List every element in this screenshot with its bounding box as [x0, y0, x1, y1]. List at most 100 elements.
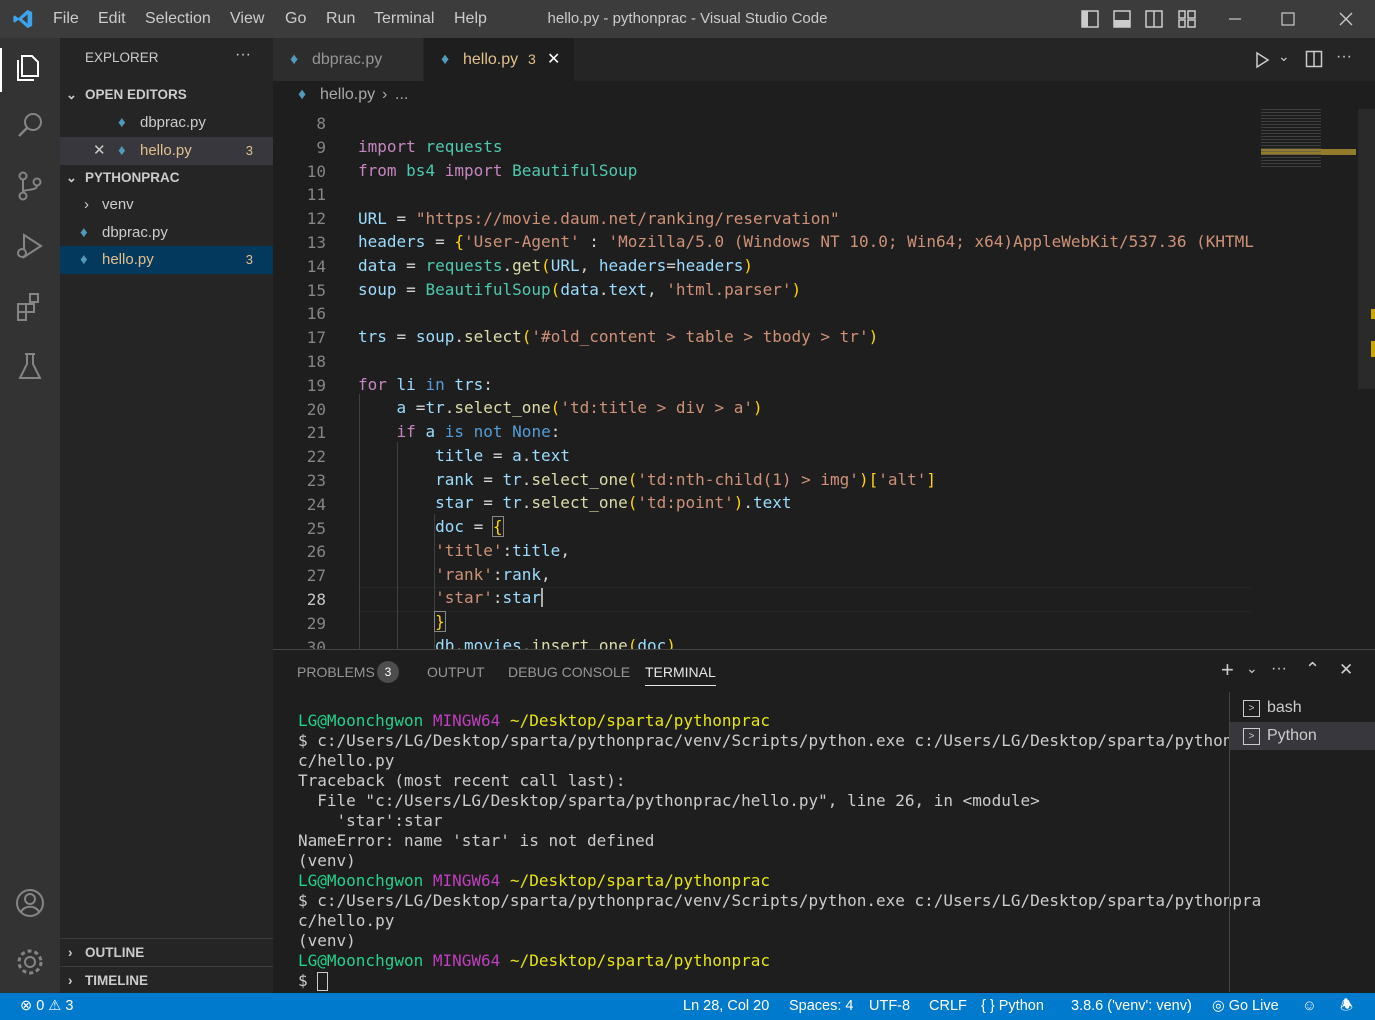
- tab-debug-console[interactable]: DEBUG CONSOLE: [508, 664, 630, 680]
- code-line-27: 'rank':rank,: [435, 565, 551, 584]
- terminal-list-bash[interactable]: > bash: [1230, 694, 1375, 722]
- customize-layout-icon[interactable]: [1177, 9, 1197, 29]
- minimize-icon[interactable]: [1225, 9, 1245, 29]
- source-control-icon[interactable]: [10, 166, 50, 206]
- python-interpreter[interactable]: 3.8.6 ('venv': venv): [1071, 993, 1192, 1020]
- tab-dbprac[interactable]: ♦ dbprac.py: [273, 38, 423, 81]
- run-python-icon[interactable]: [1253, 51, 1271, 69]
- timeline-section[interactable]: › TIMELINE: [60, 966, 273, 995]
- chevron-right-icon: ›: [84, 196, 89, 213]
- tab-problems[interactable]: PROBLEMS: [297, 664, 375, 680]
- go-live[interactable]: ◎ Go Live: [1212, 993, 1279, 1020]
- explorer-title: EXPLORER: [85, 50, 159, 65]
- line-number: 15: [306, 280, 326, 300]
- explorer-icon[interactable]: [10, 46, 50, 86]
- bottom-panel: PROBLEMS 3 OUTPUT DEBUG CONSOLE TERMINAL…: [273, 649, 1375, 994]
- tab-label: dbprac.py: [312, 51, 383, 68]
- tab-output[interactable]: OUTPUT: [427, 664, 485, 680]
- line-number: 21: [306, 423, 326, 443]
- indentation[interactable]: Spaces: 4: [789, 993, 854, 1020]
- terminal-prompt[interactable]: $: [298, 971, 329, 991]
- problems-count-badge: 3: [377, 661, 399, 683]
- python-file-icon: ♦: [80, 251, 88, 268]
- feedback-icon[interactable]: ☺: [1302, 993, 1317, 1020]
- panel-more-actions-icon[interactable]: ···: [1271, 660, 1287, 678]
- terminal-list-python[interactable]: > Python: [1230, 722, 1375, 750]
- accounts-icon[interactable]: [10, 883, 50, 923]
- run-dropdown-icon[interactable]: ⌄: [1278, 48, 1290, 65]
- code-editor[interactable]: 8 9 10 11 12 13 14 15 16 17 18 19 20 21 22 23 24 25 26 27 28…: [273, 109, 1375, 649]
- python-file-icon: ♦: [290, 51, 299, 68]
- terminal-line: LG@Moonchgwon MINGW64 ~/Desktop/sparta/p…: [298, 871, 771, 890]
- code-line-29: }: [434, 611, 446, 632]
- line-number: 28: [306, 590, 326, 609]
- split-editor-icon[interactable]: [1305, 50, 1323, 68]
- end-of-line[interactable]: CRLF: [929, 993, 967, 1020]
- menu-edit[interactable]: Edit: [98, 0, 126, 38]
- terminal-line: $ c:/Users/LG/Desktop/sparta/pythonprac/…: [298, 731, 1262, 750]
- line-number: 16: [306, 304, 326, 324]
- menu-run[interactable]: Run: [326, 0, 355, 38]
- search-icon[interactable]: [10, 106, 50, 146]
- terminal-line: Traceback (most recent call last):: [298, 771, 626, 790]
- close-window-icon[interactable]: [1336, 9, 1356, 29]
- maximize-icon[interactable]: [1278, 9, 1298, 29]
- file-dbprac[interactable]: ♦ dbprac.py: [60, 219, 273, 247]
- close-tab-icon[interactable]: ✕: [547, 38, 560, 81]
- minimap[interactable]: [1258, 109, 1358, 649]
- more-actions-icon[interactable]: ···: [235, 46, 251, 64]
- menu-help[interactable]: Help: [454, 0, 487, 38]
- python-file-icon: ♦: [118, 142, 126, 159]
- python-file-icon: ♦: [118, 114, 126, 131]
- terminal-line: (venv): [298, 931, 356, 950]
- settings-gear-icon[interactable]: [10, 942, 50, 982]
- open-editors-section[interactable]: ⌄ OPEN EDITORS: [60, 81, 273, 109]
- toggle-secondary-sidebar-icon[interactable]: [1144, 9, 1164, 29]
- folder-venv[interactable]: › venv: [60, 191, 273, 219]
- terminal-dropdown-icon[interactable]: ⌄: [1246, 660, 1258, 677]
- chevron-down-icon: ⌄: [66, 87, 77, 102]
- errors-warnings[interactable]: ⊗ 0 ⚠ 3: [20, 993, 73, 1020]
- outline-section[interactable]: › OUTLINE: [60, 938, 273, 967]
- toggle-primary-sidebar-icon[interactable]: [1080, 9, 1100, 29]
- code-line-24: star = tr.select_one('td:point').text: [435, 493, 792, 512]
- close-icon[interactable]: ✕: [93, 137, 106, 165]
- menu-selection[interactable]: Selection: [145, 0, 211, 38]
- line-number: 22: [306, 447, 326, 467]
- open-editor-dbprac[interactable]: ♦ dbprac.py: [60, 109, 273, 137]
- terminal-name: bash: [1267, 699, 1302, 716]
- extensions-icon[interactable]: [10, 286, 50, 326]
- code-line-25: doc = {: [435, 516, 504, 537]
- new-terminal-icon[interactable]: +: [1221, 657, 1234, 683]
- maximize-panel-icon[interactable]: ⌃: [1305, 659, 1320, 680]
- file-hello[interactable]: ♦ hello.py 3: [60, 246, 273, 274]
- breadcrumb-rest[interactable]: ...: [395, 81, 408, 109]
- scrollbar-warning-marker: [1371, 341, 1375, 357]
- open-editor-label: dbprac.py: [140, 114, 206, 131]
- line-number: 14: [306, 256, 326, 276]
- language-mode[interactable]: { } Python: [981, 993, 1044, 1020]
- encoding[interactable]: UTF-8: [869, 993, 910, 1020]
- notifications-bell-icon[interactable]: 🕭: [1340, 993, 1353, 1020]
- run-debug-icon[interactable]: [10, 226, 50, 266]
- terminal-line: c/hello.py: [298, 751, 395, 770]
- cursor-position[interactable]: Ln 28, Col 20: [683, 993, 769, 1020]
- menu-terminal[interactable]: Terminal: [374, 0, 434, 38]
- menu-go[interactable]: Go: [285, 0, 306, 38]
- close-panel-icon[interactable]: ✕: [1339, 660, 1353, 680]
- terminal-line: (venv): [298, 851, 356, 870]
- tab-terminal[interactable]: TERMINAL: [645, 664, 716, 686]
- menu-file[interactable]: File: [53, 0, 79, 38]
- code-line-15: soup = BeautifulSoup(data.text, 'html.pa…: [358, 280, 802, 299]
- editor-more-actions-icon[interactable]: ···: [1336, 48, 1352, 66]
- project-section[interactable]: ⌄ PYTHONPRAC: [60, 164, 273, 192]
- tab-hello[interactable]: ♦ hello.py 3 ✕: [424, 38, 574, 81]
- menu-view[interactable]: View: [230, 0, 264, 38]
- toggle-panel-icon[interactable]: [1112, 9, 1132, 29]
- open-editor-hello[interactable]: ✕ ♦ hello.py 3: [60, 137, 273, 165]
- status-bar: ⊗ 0 ⚠ 3 Ln 28, Col 20 Spaces: 4 UTF-8 CR…: [0, 993, 1375, 1020]
- testing-flask-icon[interactable]: [10, 346, 50, 386]
- breadcrumb-file[interactable]: hello.py: [320, 81, 375, 109]
- line-number: 8: [316, 114, 326, 133]
- code-line-30: db.movies.insert_one(doc): [435, 636, 676, 649]
